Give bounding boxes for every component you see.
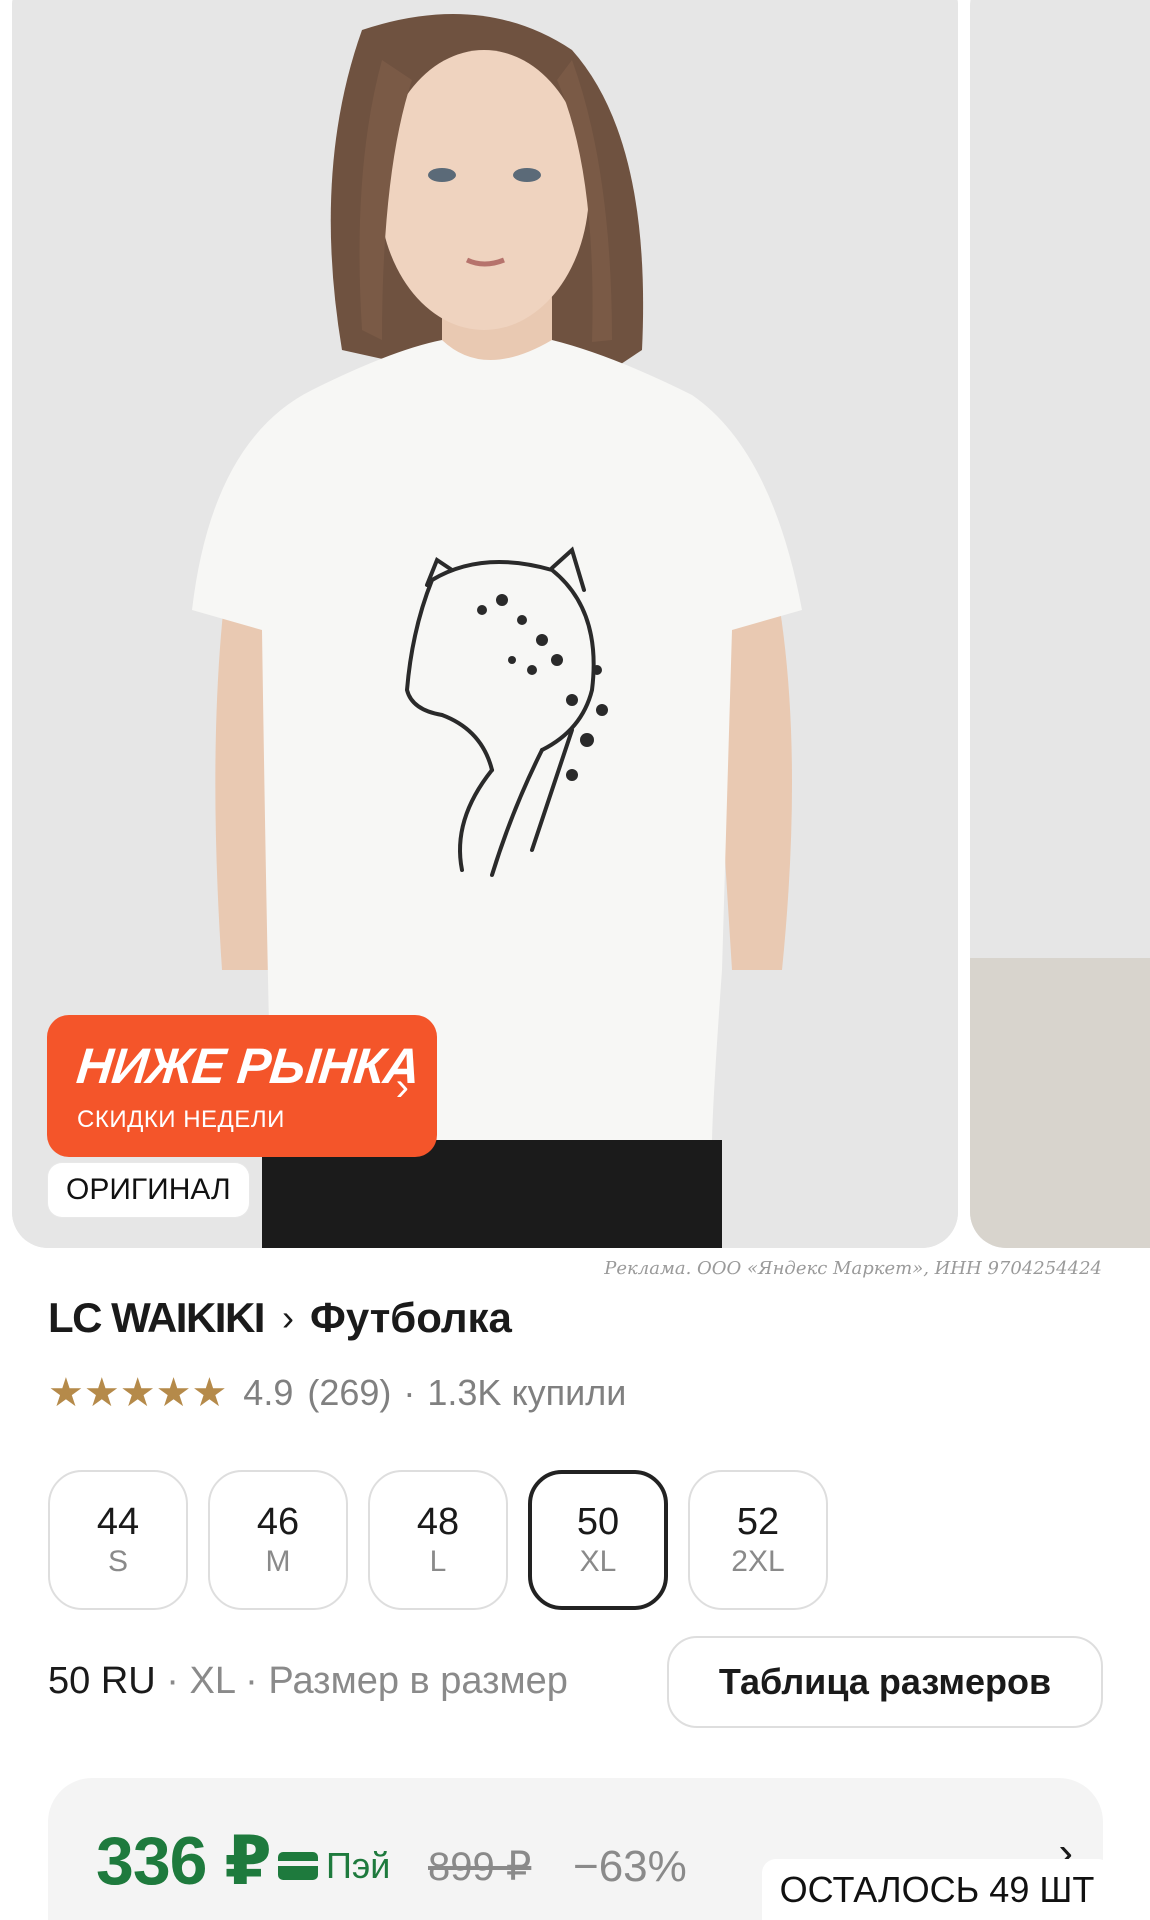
- separator: ·: [403, 1372, 416, 1413]
- promo-subtitle: СКИДКИ НЕДЕЛИ: [77, 1106, 285, 1133]
- product-gallery[interactable]: НИЖЕ РЫНКА СКИДКИ НЕДЕЛИ › ОРИГИНАЛ: [0, 0, 1150, 1250]
- selected-size-ru: 50 RU: [48, 1660, 156, 1702]
- size-ru: 50: [576, 1501, 620, 1543]
- size-intl: M: [265, 1545, 291, 1578]
- chevron-right-icon: ›: [395, 1065, 409, 1109]
- pay-price-tag: Пэй: [278, 1845, 390, 1887]
- star-rating-icon: ★★★★★: [48, 1371, 228, 1415]
- product-title[interactable]: Футболка: [310, 1294, 512, 1342]
- size-ru: 44: [96, 1501, 140, 1543]
- size-table-button[interactable]: Таблица размеров: [667, 1636, 1103, 1728]
- size-ru: 48: [416, 1501, 460, 1543]
- reviews-count: (269): [307, 1372, 392, 1413]
- next-photo-floor: [970, 958, 1150, 1248]
- promo-title: НИЖЕ РЫНКА: [74, 1038, 422, 1094]
- size-intl: 2XL: [731, 1545, 785, 1578]
- pay-label: Пэй: [326, 1845, 391, 1886]
- chevron-right-icon: ›: [281, 1297, 294, 1338]
- size-intl: S: [107, 1545, 128, 1578]
- original-badge: ОРИГИНАЛ: [48, 1163, 249, 1217]
- breadcrumb: LC WAIKIKI › Футболка: [48, 1294, 512, 1342]
- separator: ·: [166, 1660, 179, 1702]
- size-option[interactable]: 48 L: [368, 1470, 508, 1610]
- next-photo-preview[interactable]: [970, 0, 1150, 1248]
- size-option[interactable]: 46 M: [208, 1470, 348, 1610]
- size-option[interactable]: 52 2XL: [688, 1470, 828, 1610]
- discount-percent: −63%: [573, 1842, 687, 1891]
- selected-size-intl: XL: [189, 1660, 235, 1702]
- size-fit: Размер в размер: [268, 1660, 568, 1702]
- separator: ·: [245, 1660, 258, 1702]
- size-selector: 44 S 46 M 48 L 50 XL 52 2XL: [48, 1470, 828, 1610]
- size-ru: 52: [736, 1501, 780, 1543]
- old-price: 899 ₽: [428, 1845, 532, 1889]
- selected-size-info: 50 RU · XL · Размер в размер: [48, 1660, 568, 1703]
- size-option[interactable]: 44 S: [48, 1470, 188, 1610]
- card-icon: [278, 1852, 318, 1880]
- size-intl: L: [429, 1545, 447, 1578]
- rating-value: 4.9: [243, 1372, 294, 1413]
- stock-remaining-badge: ОСТАЛОСЬ 49 ШТ: [762, 1859, 1112, 1920]
- promo-banner[interactable]: НИЖЕ РЫНКА СКИДКИ НЕДЕЛИ ›: [47, 1015, 437, 1157]
- size-ru: 46: [256, 1501, 300, 1543]
- size-option-selected[interactable]: 50 XL: [528, 1470, 668, 1610]
- current-price: 336 ₽: [96, 1823, 272, 1899]
- rating-row[interactable]: ★★★★★ 4.9 (269) · 1.3K купили: [48, 1370, 626, 1416]
- size-intl: XL: [579, 1545, 617, 1578]
- bought-count: 1.3K купили: [427, 1372, 627, 1413]
- ad-disclaimer: Реклама. ООО «Яндекс Маркет», ИНН 970425…: [604, 1258, 1102, 1279]
- brand-link[interactable]: LC WAIKIKI: [48, 1294, 265, 1342]
